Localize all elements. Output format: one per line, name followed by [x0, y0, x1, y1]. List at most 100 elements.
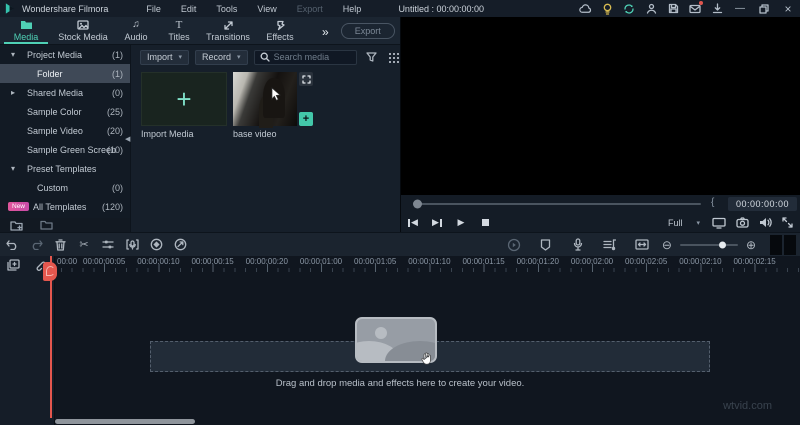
sync-support-icon[interactable] — [618, 0, 640, 17]
manage-tracks-icon[interactable] — [7, 259, 20, 271]
track-header-column: 2 1 — [0, 256, 55, 425]
audio-enhance-icon[interactable] — [120, 239, 144, 250]
record-dropdown[interactable]: Record ▾ — [195, 49, 248, 65]
mark-in-button[interactable]: { — [711, 197, 714, 208]
clip-thumbnail[interactable] — [233, 72, 297, 126]
horizontal-scrollbar[interactable] — [55, 419, 195, 424]
tab-label: Titles — [168, 31, 190, 42]
import-media-card[interactable]: + — [141, 72, 227, 126]
tab-label: Stock Media — [58, 31, 108, 42]
crop-adjust-icon[interactable] — [96, 239, 120, 250]
sidebar-item-sample-video[interactable]: Sample Video (20) — [0, 121, 130, 140]
preview-pane: { } 00:00:00:00 ◀ ▶ ▶ Full ▾ — [400, 17, 800, 232]
stop-button[interactable] — [473, 219, 497, 226]
search-box[interactable] — [253, 49, 357, 65]
menu-tools[interactable]: Tools — [206, 4, 247, 14]
menu-file[interactable]: File — [136, 4, 171, 14]
grid-view-icon[interactable] — [385, 51, 401, 63]
sidebar-footer — [0, 218, 130, 232]
mouse-cursor-arrow — [271, 87, 282, 101]
close-button[interactable]: × — [776, 0, 800, 17]
playhead-handle[interactable] — [43, 262, 57, 281]
sidebar-item-folder[interactable]: Folder (1) — [0, 64, 130, 83]
audio-notes-icon: ♫ — [132, 19, 140, 30]
tab-titles[interactable]: T Titles — [158, 17, 200, 44]
sidebar-item-preset-templates[interactable]: ▾ Preset Templates — [0, 159, 130, 178]
messages-icon[interactable] — [684, 0, 706, 17]
timeline-zoom-slider[interactable] — [679, 241, 738, 248]
collapse-panel-icon[interactable]: ◀ — [125, 135, 130, 143]
tab-stock-media[interactable]: Stock Media — [52, 17, 114, 44]
undo-icon[interactable] — [0, 239, 24, 250]
timeline-zoom-out-icon[interactable]: ⊖ — [662, 238, 672, 252]
sidebar-item-sample-green-screen[interactable]: Sample Green Screen (10) — [0, 140, 130, 159]
new-folder-icon[interactable] — [10, 220, 24, 231]
preview-frame-icon[interactable] — [299, 72, 313, 86]
export-button[interactable]: Export — [340, 22, 395, 39]
timeline-toolbar: ✂ ⊖ ⊕ — [0, 232, 800, 256]
clip-label: base video — [233, 129, 277, 139]
account-icon[interactable] — [640, 0, 662, 17]
play-button[interactable]: ▶ — [449, 217, 473, 228]
snapshot-camera-icon[interactable] — [736, 217, 749, 228]
display-device-icon[interactable] — [712, 217, 726, 229]
sidebar-item-shared-media[interactable]: ▸ Shared Media (0) — [0, 83, 130, 102]
publish-icon[interactable] — [706, 0, 728, 17]
seek-bar[interactable] — [413, 203, 701, 205]
filmora-logo-icon — [5, 3, 15, 14]
import-card-label: Import Media — [141, 129, 194, 139]
tab-effects[interactable]: Effects — [256, 17, 304, 44]
speed-icon[interactable] — [168, 238, 192, 251]
zoom-to-fit-icon[interactable] — [630, 239, 654, 250]
minimize-button[interactable]: — — [728, 0, 752, 17]
sidebar-item-all-templates[interactable]: New All Templates (120) — [0, 197, 130, 216]
step-forward-button[interactable]: ▶ — [425, 217, 449, 228]
redo-icon[interactable] — [24, 239, 48, 250]
delete-icon[interactable] — [48, 238, 72, 251]
preview-timecode: 00:00:00:00 — [727, 197, 797, 211]
preview-screen[interactable] — [401, 17, 800, 195]
zoom-slider-knob[interactable] — [718, 241, 726, 248]
tab-audio[interactable]: ♫ Audio — [114, 17, 158, 44]
stock-image-icon — [77, 20, 89, 31]
expand-arrow-icon[interactable]: ▾ — [11, 164, 21, 173]
lamp-icon[interactable] — [596, 0, 618, 17]
timeline-corner-blocks — [770, 234, 796, 255]
import-dropdown[interactable]: Import ▾ — [140, 49, 190, 65]
more-tabs-chevron[interactable]: » — [322, 23, 329, 39]
marker-icon[interactable] — [534, 238, 558, 251]
tab-label: Transitions — [206, 31, 250, 42]
seek-handle[interactable] — [413, 199, 422, 209]
timeline-ruler[interactable]: 00:00 00:00:00:05 00:00:00:10 00:00:00:1… — [50, 256, 800, 272]
add-to-timeline-icon[interactable]: + — [299, 112, 313, 126]
menu-help[interactable]: Help — [333, 4, 372, 14]
step-back-button[interactable]: ◀ — [401, 217, 425, 228]
timeline-zoom-in-icon[interactable]: ⊕ — [746, 238, 756, 252]
seek-row: { } 00:00:00:00 — [401, 195, 800, 213]
menu-view[interactable]: View — [247, 4, 286, 14]
collapse-arrow-icon[interactable]: ▸ — [11, 88, 21, 97]
sidebar-item-project-media[interactable]: ▾ Project Media (1) — [0, 45, 130, 64]
search-input[interactable] — [273, 52, 351, 62]
cloud-icon[interactable] — [574, 0, 596, 17]
sidebar-item-sample-color[interactable]: Sample Color (25) — [0, 102, 130, 121]
sidebar-item-custom[interactable]: Custom (0) — [0, 178, 130, 197]
filter-icon[interactable] — [363, 52, 379, 62]
clip-hover-actions: + — [299, 72, 315, 126]
tab-media[interactable]: Media — [0, 17, 52, 44]
voiceover-mic-icon[interactable] — [566, 238, 590, 251]
audio-mixer-icon[interactable] — [598, 238, 622, 251]
restore-button[interactable] — [752, 0, 776, 17]
split-scissors-icon[interactable]: ✂ — [72, 238, 96, 251]
menu-edit[interactable]: Edit — [171, 4, 207, 14]
volume-icon[interactable] — [759, 217, 772, 228]
tab-transitions[interactable]: Transitions — [200, 17, 256, 44]
tab-label: Audio — [124, 31, 148, 42]
fullscreen-icon[interactable] — [782, 217, 793, 228]
keyframe-icon[interactable] — [144, 238, 168, 251]
expand-arrow-icon[interactable]: ▾ — [11, 50, 21, 59]
save-icon[interactable] — [662, 0, 684, 17]
folder-icon[interactable] — [40, 220, 53, 230]
render-preview-icon[interactable] — [502, 238, 526, 252]
zoom-level-dropdown[interactable]: Full ▾ — [668, 218, 700, 228]
